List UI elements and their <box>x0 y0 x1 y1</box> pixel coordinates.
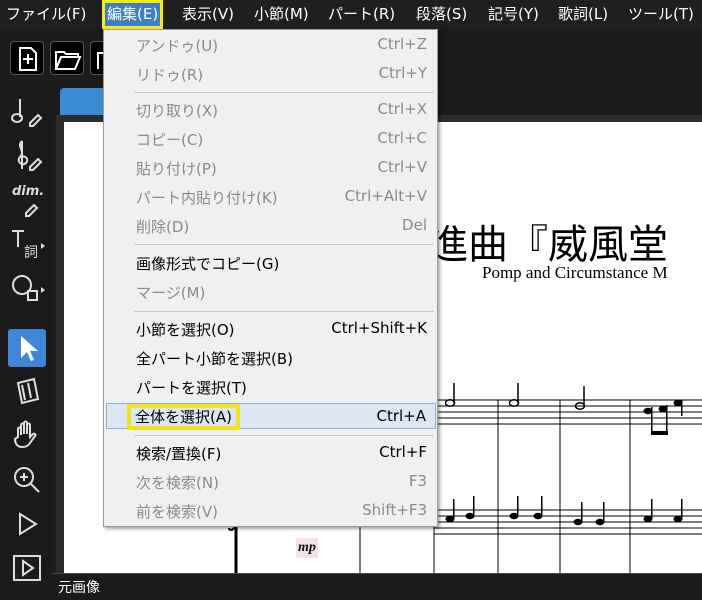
menu-item-delete[interactable]: 削除(D) Del <box>106 213 436 239</box>
menu-separator <box>134 92 434 93</box>
play-from-start-tool[interactable] <box>8 549 46 587</box>
hand-icon <box>13 420 37 449</box>
menu-item-select-all-parts-measure[interactable]: 全パート小節を選択(B) <box>106 345 436 371</box>
score-tab[interactable] <box>60 88 106 116</box>
menu-item-find-next[interactable]: 次を検索(N) F3 <box>106 469 436 495</box>
menu-item-redo[interactable]: リドゥ(R) Ctrl+Y <box>106 61 436 87</box>
menu-separator <box>134 244 434 245</box>
save-button[interactable] <box>90 41 105 75</box>
menu-separator <box>134 435 434 436</box>
menu-item-find-replace[interactable]: 検索/置換(F) Ctrl+F <box>106 440 436 466</box>
play-tool[interactable] <box>8 505 46 543</box>
menu-part[interactable]: パート(R) <box>328 0 395 29</box>
shape-icon <box>12 275 45 301</box>
text-lyrics-icon: 詞 <box>12 230 45 261</box>
zoom-tool[interactable] <box>8 461 46 499</box>
menu-item-merge[interactable]: マージ(M) <box>106 279 436 305</box>
note-pencil-icon <box>11 99 43 127</box>
clef-input-tool[interactable] <box>8 137 46 175</box>
menu-item-copy-as-image[interactable]: 画像形式でコピー(G) <box>106 250 436 276</box>
menu-view[interactable]: 表示(V) <box>182 0 234 29</box>
zoom-in-icon <box>14 467 40 493</box>
shape-tool[interactable] <box>8 269 46 307</box>
menu-symbol[interactable]: 記号(Y) <box>488 0 539 29</box>
menu-item-select-part[interactable]: パートを選択(T) <box>106 374 436 400</box>
menu-item-copy[interactable]: コピー(C) Ctrl+C <box>106 126 436 152</box>
menu-measure[interactable]: 小節(M) <box>254 0 309 29</box>
play-icon <box>19 512 38 536</box>
hand-tool[interactable] <box>8 417 46 455</box>
folder-open-icon <box>54 51 82 70</box>
menu-tools[interactable]: ツール(T) <box>628 0 694 29</box>
menu-edit[interactable]: 編集(E) <box>102 0 164 29</box>
tool-palette: dim. 詞 <box>0 85 52 600</box>
erase-tool[interactable] <box>8 373 46 411</box>
menu-item-paste[interactable]: 貼り付け(P) Ctrl+V <box>106 155 436 181</box>
open-folder-button[interactable] <box>50 41 84 75</box>
menu-file[interactable]: ファイル(F) <box>6 0 86 29</box>
arrow-pointer-icon <box>21 336 38 361</box>
note-input-tool[interactable] <box>8 93 46 131</box>
svg-text:詞: 詞 <box>24 245 38 261</box>
menubar: ファイル(F) 編集(E) 表示(V) 小節(M) パート(R) 段落(S) 記… <box>0 0 702 29</box>
menu-item-cut[interactable]: 切り取り(X) Ctrl+X <box>106 97 436 123</box>
menu-item-select-measure[interactable]: 小節を選択(O) Ctrl+Shift+K <box>106 316 436 342</box>
select-tool[interactable] <box>8 329 46 367</box>
menu-lyrics[interactable]: 歌詞(L) <box>558 0 608 29</box>
status-text: 元画像 <box>58 580 100 596</box>
new-file-button[interactable] <box>10 41 44 75</box>
menu-item-paste-in-part[interactable]: パート内貼り付け(K) Ctrl+Alt+V <box>106 184 436 210</box>
menu-separator <box>134 311 434 312</box>
lyrics-input-tool[interactable]: 詞 <box>8 225 46 263</box>
eraser-icon <box>16 377 40 405</box>
status-bar: 元画像 <box>52 573 702 600</box>
new-file-icon <box>19 47 37 71</box>
dynamics-input-tool[interactable]: dim. <box>8 181 46 219</box>
edit-menu-dropdown: アンドゥ(U) Ctrl+Z リドゥ(R) Ctrl+Y 切り取り(X) Ctr… <box>103 29 438 527</box>
dynamic-marking[interactable]: mp <box>296 538 318 558</box>
menu-item-select-all[interactable]: 全体を選択(A) Ctrl+A <box>106 403 436 430</box>
dynamics-pencil-icon: dim. <box>12 184 44 217</box>
treble-clef-pencil-icon <box>17 140 43 171</box>
play-from-bar-icon <box>13 555 41 581</box>
menu-item-find-previous[interactable]: 前を検索(V) Shift+F3 <box>106 498 436 524</box>
svg-text:dim.: dim. <box>12 184 44 199</box>
menu-paragraph[interactable]: 段落(S) <box>416 0 467 29</box>
menu-item-undo[interactable]: アンドゥ(U) Ctrl+Z <box>106 32 436 58</box>
